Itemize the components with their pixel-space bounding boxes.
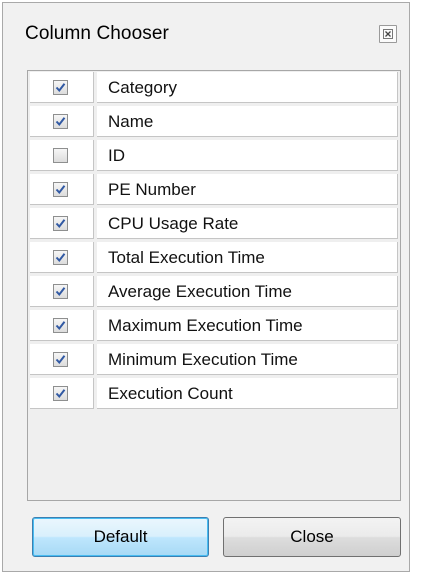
check-cell[interactable] [30, 106, 94, 137]
check-cell[interactable] [30, 344, 94, 375]
column-label: PE Number [108, 180, 196, 199]
close-icon[interactable] [379, 25, 397, 43]
column-checkbox[interactable] [53, 352, 68, 367]
column-label: Execution Count [108, 384, 233, 403]
column-label: Name [108, 112, 154, 131]
column-checkbox[interactable] [53, 148, 68, 163]
close-button[interactable]: Close [223, 517, 401, 557]
column-checkbox[interactable] [53, 386, 68, 401]
column-checkbox[interactable] [53, 80, 68, 95]
check-cell[interactable] [30, 378, 94, 409]
column-label-cell[interactable]: Maximum Execution Time [97, 310, 398, 341]
check-cell[interactable] [30, 140, 94, 171]
column-checkbox[interactable] [53, 284, 68, 299]
column-checkbox[interactable] [53, 114, 68, 129]
title-bar: Column Chooser [3, 3, 409, 59]
column-label-cell[interactable]: PE Number [97, 174, 398, 205]
check-cell[interactable] [30, 242, 94, 273]
column-label: Total Execution Time [108, 248, 265, 267]
column-label: Maximum Execution Time [108, 316, 303, 335]
list-item[interactable]: CPU Usage Rate [29, 207, 399, 241]
list-item[interactable]: Average Execution Time [29, 275, 399, 309]
check-cell[interactable] [30, 208, 94, 239]
column-label: CPU Usage Rate [108, 214, 239, 233]
check-cell[interactable] [30, 276, 94, 307]
column-label-cell[interactable]: Total Execution Time [97, 242, 398, 273]
column-label-cell[interactable]: Category [97, 72, 398, 103]
list-item[interactable]: Total Execution Time [29, 241, 399, 275]
list-item[interactable]: Maximum Execution Time [29, 309, 399, 343]
column-label-cell[interactable]: Minimum Execution Time [97, 344, 398, 375]
check-cell[interactable] [30, 310, 94, 341]
column-label: Average Execution Time [108, 282, 292, 301]
column-label: ID [108, 146, 125, 165]
column-checkbox[interactable] [53, 216, 68, 231]
list-item[interactable]: Minimum Execution Time [29, 343, 399, 377]
column-chooser-dialog: Column Chooser Category Name ID PE Numbe… [2, 2, 410, 572]
column-label: Category [108, 78, 177, 97]
check-cell[interactable] [30, 174, 94, 205]
column-label: Minimum Execution Time [108, 350, 298, 369]
dialog-title: Column Chooser [25, 23, 169, 44]
check-cell[interactable] [30, 72, 94, 103]
column-checkbox[interactable] [53, 250, 68, 265]
column-checkbox[interactable] [53, 318, 68, 333]
list-item[interactable]: ID [29, 139, 399, 173]
list-item[interactable]: Category [29, 71, 399, 105]
column-label-cell[interactable]: Execution Count [97, 378, 398, 409]
column-list: Category Name ID PE Number CPU Usage Rat… [27, 70, 401, 501]
default-button[interactable]: Default [32, 517, 209, 557]
column-label-cell[interactable]: Average Execution Time [97, 276, 398, 307]
list-item[interactable]: Name [29, 105, 399, 139]
list-item[interactable]: Execution Count [29, 377, 399, 411]
list-item[interactable]: PE Number [29, 173, 399, 207]
column-label-cell[interactable]: ID [97, 140, 398, 171]
column-label-cell[interactable]: CPU Usage Rate [97, 208, 398, 239]
column-checkbox[interactable] [53, 182, 68, 197]
column-label-cell[interactable]: Name [97, 106, 398, 137]
